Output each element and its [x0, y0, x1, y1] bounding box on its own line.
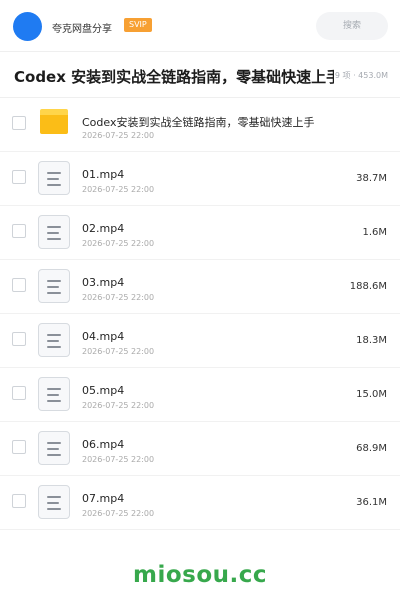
file-icon	[38, 215, 70, 249]
file-row[interactable]: 02.mp4 2026-07-25 22:00 1.6M	[0, 206, 400, 260]
file-icon	[38, 377, 70, 411]
page-title: Codex 安装到实战全链路指南，零基础快速上手	[14, 68, 334, 86]
row-checkbox[interactable]	[12, 278, 26, 292]
search-input[interactable]	[316, 12, 388, 40]
file-row[interactable]: 06.mp4 2026-07-25 22:00 68.9M	[0, 422, 400, 476]
file-name: 03.mp4	[82, 276, 125, 289]
file-date: 2026-07-25 22:00	[82, 509, 155, 518]
file-size: 38.7M	[356, 173, 387, 184]
file-size: 68.9M	[356, 443, 387, 454]
file-name: 01.mp4	[82, 168, 125, 181]
row-checkbox[interactable]	[12, 386, 26, 400]
file-date: 2026-07-25 22:00	[82, 293, 155, 302]
row-checkbox[interactable]	[12, 494, 26, 508]
row-checkbox[interactable]	[12, 332, 26, 346]
file-icon	[38, 161, 70, 195]
file-size: 1.6M	[362, 227, 387, 238]
file-icon	[38, 485, 70, 519]
avatar[interactable]	[13, 12, 42, 41]
row-checkbox[interactable]	[12, 116, 26, 130]
file-date: 2026-07-25 22:00	[82, 239, 155, 248]
file-name: Codex安装到实战全链路指南，零基础快速上手	[82, 116, 315, 129]
row-checkbox[interactable]	[12, 170, 26, 184]
file-date: 2026-07-25 22:00	[82, 185, 155, 194]
file-size: 188.6M	[349, 281, 387, 292]
watermark: miosou.cc	[132, 562, 268, 588]
file-name: 07.mp4	[82, 492, 125, 505]
file-size: 15.0M	[356, 389, 387, 400]
file-row[interactable]: 04.mp4 2026-07-25 22:00 18.3M	[0, 314, 400, 368]
file-size: 18.3M	[356, 335, 387, 346]
file-date: 2026-07-25 22:00	[82, 455, 155, 464]
file-name: 06.mp4	[82, 438, 125, 451]
svip-badge: SVIP	[124, 18, 152, 32]
file-name: 04.mp4	[82, 330, 125, 343]
row-checkbox[interactable]	[12, 440, 26, 454]
file-summary: 9 项 · 453.0M	[334, 71, 388, 80]
title-bar: Codex 安装到实战全链路指南，零基础快速上手 9 项 · 453.0M	[0, 52, 400, 98]
file-date: 2026-07-25 22:00	[82, 401, 155, 410]
file-row[interactable]: 07.mp4 2026-07-25 22:00 36.1M	[0, 476, 400, 530]
file-row[interactable]: 03.mp4 2026-07-25 22:00 188.6M	[0, 260, 400, 314]
file-icon	[38, 323, 70, 357]
header: 夸克网盘分享 SVIP	[0, 0, 400, 52]
file-list: Codex安装到实战全链路指南，零基础快速上手 2026-07-25 22:00 0…	[0, 98, 400, 530]
file-name: 02.mp4	[82, 222, 125, 235]
folder-icon	[38, 107, 70, 141]
file-size: 36.1M	[356, 497, 387, 508]
file-row[interactable]: 05.mp4 2026-07-25 22:00 15.0M	[0, 368, 400, 422]
file-name: 05.mp4	[82, 384, 125, 397]
file-icon	[38, 431, 70, 465]
file-date: 2026-07-25 22:00	[82, 347, 155, 356]
file-date: 2026-07-25 22:00	[82, 131, 155, 140]
row-checkbox[interactable]	[12, 224, 26, 238]
file-icon	[38, 269, 70, 303]
share-owner-name: 夸克网盘分享	[52, 24, 112, 35]
folder-row[interactable]: Codex安装到实战全链路指南，零基础快速上手 2026-07-25 22:00	[0, 98, 400, 152]
file-row[interactable]: 01.mp4 2026-07-25 22:00 38.7M	[0, 152, 400, 206]
